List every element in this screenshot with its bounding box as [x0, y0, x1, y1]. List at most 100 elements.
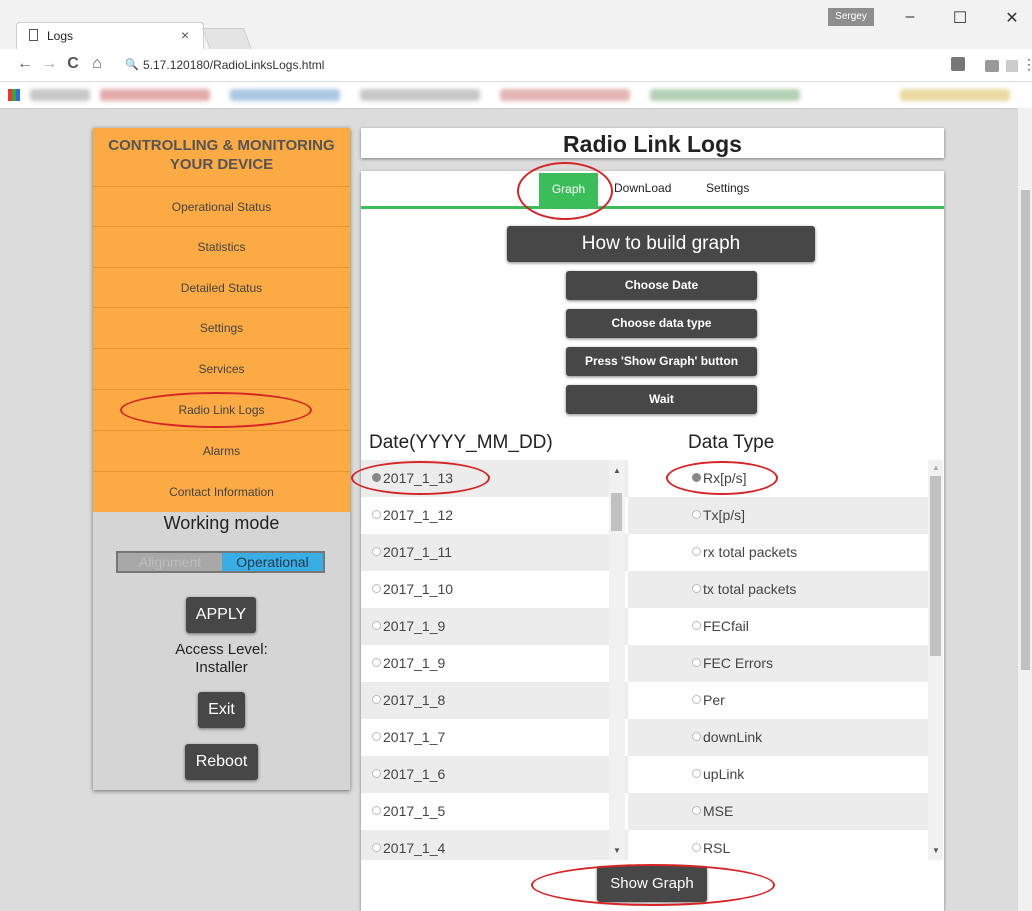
sidebar-item-alarms[interactable]: Alarms [93, 430, 350, 470]
bookmark-blurred[interactable] [230, 89, 340, 101]
tab-close-icon[interactable]: × [181, 27, 189, 43]
date-option[interactable]: 2017_1_4 [361, 830, 628, 860]
mode-toggle[interactable]: Alignment Operational [116, 551, 325, 573]
radio-icon[interactable] [372, 547, 381, 556]
back-icon[interactable]: ← [16, 55, 34, 73]
date-option[interactable]: 2017_1_8 [361, 682, 628, 719]
data-type-option[interactable]: rx total packets [628, 534, 930, 571]
apply-button[interactable]: APPLY [186, 597, 256, 633]
date-option[interactable]: 2017_1_6 [361, 756, 628, 793]
close-window-icon[interactable]: ✕ [1002, 8, 1022, 28]
radio-icon[interactable] [372, 621, 381, 630]
data-type-option[interactable]: RSL [628, 830, 930, 860]
radio-icon[interactable] [692, 473, 701, 482]
bookmark-blurred[interactable] [500, 89, 630, 101]
date-list-scrollbar-thumb[interactable] [611, 493, 622, 531]
new-tab-button[interactable] [201, 28, 253, 50]
mode-operational-option[interactable]: Operational [222, 553, 323, 571]
radio-icon[interactable] [372, 473, 381, 482]
radio-icon[interactable] [372, 584, 381, 593]
sidebar-item-operational-status[interactable]: Operational Status [93, 186, 350, 226]
radio-icon[interactable] [372, 843, 381, 852]
minimize-icon[interactable]: – [900, 8, 920, 26]
mode-alignment-option[interactable]: Alignment [118, 553, 222, 571]
radio-icon[interactable] [372, 510, 381, 519]
radio-icon[interactable] [692, 510, 701, 519]
date-option[interactable]: 2017_1_9 [361, 608, 628, 645]
sidebar-item-settings[interactable]: Settings [93, 307, 350, 347]
date-option[interactable]: 2017_1_9 [361, 645, 628, 682]
sidebar-item-radio-link-logs[interactable]: Radio Link Logs [93, 389, 350, 429]
radio-icon[interactable] [692, 621, 701, 630]
radio-icon[interactable] [692, 806, 701, 815]
scroll-down-arrow-icon[interactable]: ▼ [932, 846, 940, 855]
bookmark-blurred[interactable] [100, 89, 210, 101]
scroll-up-arrow-icon[interactable]: ▲ [932, 463, 940, 472]
date-option[interactable]: 2017_1_10 [361, 571, 628, 608]
data-type-option[interactable]: downLink [628, 719, 930, 756]
data-type-label: MSE [703, 803, 734, 819]
radio-icon[interactable] [692, 695, 701, 704]
tab-settings[interactable]: Settings [706, 181, 749, 195]
date-option[interactable]: 2017_1_12 [361, 497, 628, 534]
translate-icon[interactable] [951, 57, 965, 71]
maximize-icon[interactable]: ☐ [950, 8, 970, 28]
sidebar-item-services[interactable]: Services [93, 348, 350, 388]
page-scrollbar-thumb[interactable] [1021, 190, 1030, 670]
bookmark-blurred[interactable] [900, 89, 1010, 101]
forward-icon[interactable]: → [40, 55, 58, 73]
radio-icon[interactable] [372, 658, 381, 667]
radio-icon[interactable] [692, 584, 701, 593]
bookmark-blurred[interactable] [650, 89, 800, 101]
data-type-option[interactable]: tx total packets [628, 571, 930, 608]
sidebar-item-contact-information[interactable]: Contact Information [93, 471, 350, 511]
radio-icon[interactable] [372, 806, 381, 815]
working-mode-label: Working mode [163, 513, 280, 533]
browser-tab[interactable]: Logs × [16, 22, 204, 49]
data-type-option[interactable]: Rx[p/s] [628, 460, 930, 497]
data-type-option[interactable]: Per [628, 682, 930, 719]
profile-badge[interactable]: Sergey [828, 8, 874, 26]
data-type-list-scrollbar-thumb[interactable] [930, 476, 941, 656]
date-option[interactable]: 2017_1_11 [361, 534, 628, 571]
extension-icon[interactable] [985, 60, 999, 72]
data-type-label: tx total packets [703, 581, 797, 597]
tab-graph[interactable]: Graph [539, 173, 598, 206]
pdf-extension-icon[interactable] [1006, 60, 1018, 72]
date-option[interactable]: 2017_1_7 [361, 719, 628, 756]
sidebar-item-statistics[interactable]: Statistics [93, 226, 350, 266]
data-type-label: Rx[p/s] [703, 470, 747, 486]
radio-icon[interactable] [372, 769, 381, 778]
access-level-value: Installer [195, 659, 248, 676]
data-type-option[interactable]: upLink [628, 756, 930, 793]
apps-icon[interactable] [8, 89, 20, 101]
scroll-down-arrow-icon[interactable]: ▼ [613, 846, 621, 855]
reboot-button[interactable]: Reboot [185, 744, 258, 780]
radio-icon[interactable] [372, 695, 381, 704]
data-type-option[interactable]: FECfail [628, 608, 930, 645]
date-label: 2017_1_9 [383, 618, 446, 634]
radio-icon[interactable] [692, 732, 701, 741]
radio-icon[interactable] [692, 769, 701, 778]
radio-icon[interactable] [692, 843, 701, 852]
radio-icon[interactable] [372, 732, 381, 741]
sidebar-item-detailed-status[interactable]: Detailed Status [93, 267, 350, 307]
date-option[interactable]: 2017_1_13 [361, 460, 628, 497]
data-type-option[interactable]: MSE [628, 793, 930, 830]
tab-download[interactable]: DownLoad [614, 181, 671, 195]
scroll-up-arrow-icon[interactable]: ▲ [613, 466, 621, 475]
bookmark-blurred[interactable] [30, 89, 90, 101]
reload-icon[interactable]: C [64, 55, 82, 73]
data-type-label: upLink [703, 766, 745, 782]
exit-button[interactable]: Exit [198, 692, 245, 728]
date-option[interactable]: 2017_1_5 [361, 793, 628, 830]
menu-icon[interactable]: ⋮ [1022, 56, 1032, 73]
data-type-option[interactable]: Tx[p/s] [628, 497, 930, 534]
radio-icon[interactable] [692, 547, 701, 556]
radio-icon[interactable] [692, 658, 701, 667]
home-icon[interactable]: ⌂ [88, 55, 106, 73]
show-graph-button[interactable]: Show Graph [597, 866, 707, 902]
url-text[interactable]: 5.17.120180/RadioLinksLogs.html [143, 58, 324, 72]
bookmark-blurred[interactable] [360, 89, 480, 101]
data-type-option[interactable]: FEC Errors [628, 645, 930, 682]
